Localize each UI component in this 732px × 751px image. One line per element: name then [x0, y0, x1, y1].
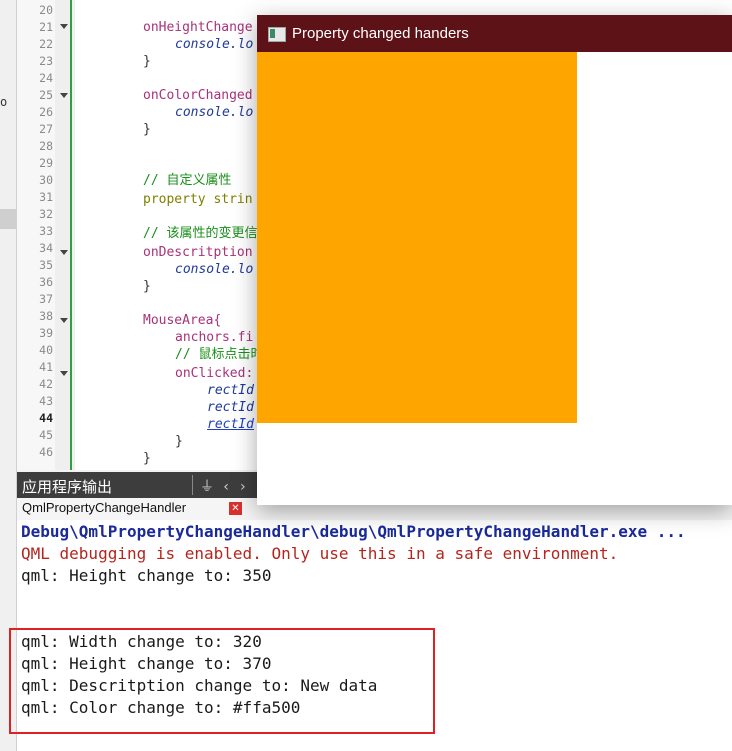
code-line-35: console.lo: [175, 262, 254, 277]
line-number: 28: [39, 139, 53, 153]
line-number: 20: [39, 3, 53, 17]
line-number: 37: [39, 292, 53, 306]
window-title: Property changed handers: [292, 25, 469, 42]
output-line: qml: Height change to: 350: [21, 566, 272, 585]
line-number: 31: [39, 190, 53, 204]
chevron-right-icon[interactable]: ›: [238, 479, 254, 495]
line-number: 42: [39, 377, 53, 391]
code-line-31: property strin: [143, 191, 253, 208]
filter-icon[interactable]: ⏚: [200, 479, 222, 495]
output-line: Debug\QmlPropertyChangeHandler\debug\Qml…: [21, 522, 686, 541]
left-strip-selection[interactable]: [0, 209, 16, 229]
output-pane-title: 应用程序输出: [22, 479, 113, 496]
line-number: 25: [39, 88, 53, 102]
left-strip-glyph: o: [0, 95, 8, 109]
line-number: 44: [39, 411, 53, 425]
change-marker-bar: [70, 0, 72, 470]
output-tab[interactable]: QmlPropertyChangeHandler: [22, 500, 186, 518]
line-number: 45: [39, 428, 53, 442]
line-number: 40: [39, 343, 53, 357]
code-line-44: rectId: [207, 417, 254, 432]
fold-arrow-icon[interactable]: [60, 93, 68, 98]
line-number: 35: [39, 258, 53, 272]
code-line-22: console.lo: [175, 37, 254, 52]
fold-arrow-icon[interactable]: [60, 318, 68, 323]
line-number: 43: [39, 394, 53, 408]
code-line-26: console.lo: [175, 105, 254, 120]
line-number: 36: [39, 275, 53, 289]
code-line-33: // 该属性的变更信: [143, 226, 258, 241]
highlight-annotation-box: [9, 628, 435, 734]
line-number: 22: [39, 37, 53, 51]
output-line: QML debugging is enabled. Only use this …: [21, 544, 619, 563]
code-line-25: onColorChanged: [143, 88, 253, 103]
orange-rectangle[interactable]: [257, 52, 577, 423]
line-number: 46: [39, 445, 53, 459]
code-line-23: }: [143, 54, 151, 69]
output-toolbar: ⏚‹›: [200, 476, 255, 496]
line-number: 34: [39, 241, 53, 255]
code-line-46: }: [143, 451, 151, 466]
line-number: 27: [39, 122, 53, 136]
line-number: 39: [39, 326, 53, 340]
line-number: 38: [39, 309, 53, 323]
toolbar-divider: [192, 475, 193, 495]
line-number: 29: [39, 156, 53, 170]
fold-arrow-icon[interactable]: [60, 24, 68, 29]
code-line-43: rectId: [207, 400, 254, 415]
code-line-27: }: [143, 122, 151, 137]
code-line-39: anchors.fi: [175, 330, 254, 345]
line-number: 41: [39, 360, 53, 374]
line-number: 26: [39, 105, 53, 119]
line-number: 33: [39, 224, 53, 238]
code-line-45: }: [175, 434, 183, 449]
line-number: 24: [39, 71, 53, 85]
code-line-41: onClicked:: [175, 366, 254, 381]
code-line-38: MouseArea{: [143, 313, 222, 328]
line-number: 32: [39, 207, 53, 221]
code-type: strin: [205, 192, 253, 207]
code-line-34: onDescritption: [143, 245, 253, 260]
code-line-42: rectId: [207, 383, 254, 398]
fold-column: [55, 0, 75, 470]
fold-arrow-icon[interactable]: [60, 250, 68, 255]
code-line-30: // 自定义属性: [143, 173, 232, 188]
line-number: 23: [39, 54, 53, 68]
line-number: 21: [39, 20, 53, 34]
window-icon-accent: [270, 29, 275, 38]
code-keyword: property: [143, 192, 206, 207]
chevron-left-icon[interactable]: ‹: [222, 479, 238, 495]
code-line-40: // 鼠标点击时: [175, 347, 264, 362]
code-line-21: onHeightChange: [143, 20, 253, 35]
code-line-36: }: [143, 279, 151, 294]
line-number: 30: [39, 173, 53, 187]
close-icon[interactable]: ✕: [229, 502, 242, 515]
fold-arrow-icon[interactable]: [60, 371, 68, 376]
